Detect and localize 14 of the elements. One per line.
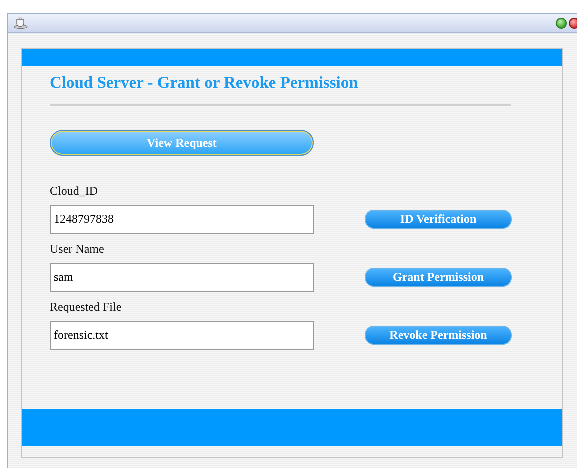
view-request-button[interactable]: View Request: [50, 130, 314, 156]
page-heading: Cloud Server - Grant or Revoke Permission: [50, 73, 360, 94]
text-field[interactable]: 1248797838: [50, 205, 314, 234]
id-verification-button[interactable]: ID Verification: [365, 210, 512, 229]
maximize-button[interactable]: [556, 18, 567, 28]
revoke-permission-button[interactable]: Revoke Permission: [365, 326, 512, 345]
field-label: Cloud_ID: [50, 184, 99, 200]
grant-permission-button[interactable]: Grant Permission: [365, 268, 512, 287]
close-button[interactable]: [569, 18, 577, 28]
field-label: User Name: [50, 242, 106, 258]
text-field[interactable]: forensic.txt: [50, 321, 314, 350]
text-field[interactable]: sam: [50, 263, 314, 292]
coffee-cup-icon: [14, 17, 28, 29]
field-label: Requested File: [50, 300, 123, 316]
